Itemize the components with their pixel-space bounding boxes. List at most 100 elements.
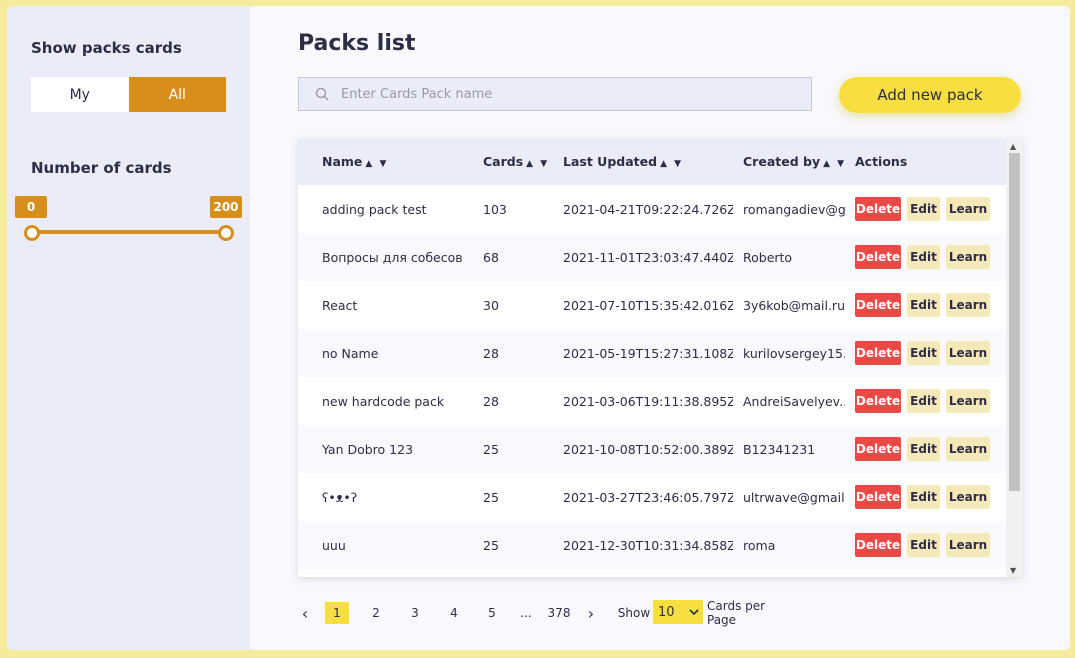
edit-button[interactable]: Edit [907,533,940,557]
cell-name: no Name [322,345,379,361]
edit-button[interactable]: Edit [907,437,940,461]
cell-updated: 2021-04-21T09:22:24.726Z [563,201,733,217]
cell-cards: 28 [483,345,499,361]
pagination: ‹ 1 2 3 4 5 ... 378 › Show 10 Cards per … [298,599,818,627]
all-packs-button[interactable]: All [128,77,226,112]
cell-updated: 2021-10-08T10:52:00.389Z [563,441,733,457]
cell-cards: 68 [483,249,499,265]
header-created-by[interactable]: Created by ▲ ▼ [743,154,846,169]
page-3[interactable]: 3 [403,602,427,624]
table-row: adding pack test 103 2021-04-21T09:22:24.7… [298,185,1006,233]
main-content: Packs list Add new pack Name▲ ▼ Cards▲ ▼… [250,6,1070,650]
number-of-cards-title: Number of cards [31,159,172,177]
edit-button[interactable]: Edit [907,293,940,317]
chevron-down-icon [689,609,699,615]
add-new-pack-button[interactable]: Add new pack [839,77,1021,113]
scroll-down-icon[interactable]: ▼ [1010,566,1016,575]
edit-button[interactable]: Edit [907,197,940,221]
page-title: Packs list [298,31,416,56]
header-name-label: Name [322,154,363,169]
search-box[interactable] [298,77,812,111]
edit-button[interactable]: Edit [907,485,940,509]
next-page-icon[interactable]: › [584,602,598,624]
learn-button[interactable]: Learn [946,293,990,317]
owner-toggle: My All [31,77,226,112]
cell-cards: 25 [483,441,499,457]
learn-button[interactable]: Learn [946,245,990,269]
range-min-thumb[interactable] [24,225,40,241]
learn-button[interactable]: Learn [946,485,990,509]
edit-button[interactable]: Edit [907,245,940,269]
my-packs-button[interactable]: My [31,77,129,112]
cards-range-slider[interactable]: 0 200 [15,196,243,246]
sort-icon[interactable]: ▲ ▼ [660,159,683,169]
table-scrollbar[interactable]: ▲ ▼ [1006,139,1022,577]
cell-created: Roberto [743,249,793,265]
table-row: ʕ•ᴥ•ʔ 25 2021-03-27T23:46:05.797Z ultrwave@… [298,473,1006,521]
learn-button[interactable]: Learn [946,437,990,461]
cell-name: adding pack test [322,201,427,217]
learn-button[interactable]: Learn [946,533,990,557]
delete-button[interactable]: Delete [855,389,901,413]
cell-name: Yan Dobro 123 [322,441,414,457]
range-max-thumb[interactable] [218,225,234,241]
table-header: Name ▲ ▼ Cards ▲ ▼ Last Updated ▲ ▼ Created… [298,139,1006,185]
learn-button[interactable]: Learn [946,341,990,365]
learn-button[interactable]: Learn [946,197,990,221]
table-row: Yan Dobro 123 25 2021-10-08T10:52:00.389Z B… [298,425,1006,473]
sort-icon[interactable]: ▲ ▼ [365,159,388,169]
packs-table: Name ▲ ▼ Cards ▲ ▼ Last Updated ▲ ▼ Created… [298,139,1022,577]
per-page-select[interactable]: 10 [653,600,703,624]
cell-cards: 103 [483,201,507,217]
page-last[interactable]: 378 [545,602,573,624]
table-row: new hardcode pack 28 2021-03-06T19:11:38.8… [298,377,1006,425]
page-4[interactable]: 4 [442,602,466,624]
search-icon [315,87,329,101]
delete-button[interactable]: Delete [855,533,901,557]
cell-cards: 25 [483,537,499,553]
range-track[interactable] [31,230,226,234]
scroll-up-icon[interactable]: ▲ [1010,142,1016,151]
delete-button[interactable]: Delete [855,485,901,509]
table-row: uuu 25 2021-12-30T10:31:34.858Z roma Delete E… [298,521,1006,569]
delete-button[interactable]: Delete [855,341,901,365]
cell-created: ultrwave@gmail.... [743,489,845,505]
sort-icon[interactable]: ▲ ▼ [526,159,549,169]
page-5[interactable]: 5 [480,602,504,624]
cell-updated: 2021-11-01T23:03:47.440Z [563,249,733,265]
table-row: Вопросы для собесов 68 2021-11-01T23:03:47… [298,233,1006,281]
cell-created: romangadiev@g... [743,201,845,217]
search-input[interactable] [339,85,783,103]
cell-updated: 2021-07-10T15:35:42.016Z [563,297,733,313]
header-last-updated[interactable]: Last Updated ▲ ▼ [563,154,683,169]
cell-name: uuu [322,537,346,553]
delete-button[interactable]: Delete [855,245,901,269]
delete-button[interactable]: Delete [855,197,901,221]
edit-button[interactable]: Edit [907,389,940,413]
header-actions: Actions [855,154,908,169]
header-cards[interactable]: Cards ▲ ▼ [483,154,549,169]
header-cards-label: Cards [483,154,524,169]
learn-button[interactable]: Learn [946,389,990,413]
edit-button[interactable]: Edit [907,341,940,365]
cell-updated: 2021-03-06T19:11:38.895Z [563,393,733,409]
cell-updated: 2021-12-30T10:31:34.858Z [563,537,733,553]
page-2[interactable]: 2 [364,602,388,624]
sidebar: Show packs cards My All Number of cards … [7,6,250,650]
cell-updated: 2021-05-19T15:27:31.108Z [563,345,733,361]
sort-icon[interactable]: ▲ ▼ [823,159,846,169]
cell-created: roma [743,537,776,553]
page-1[interactable]: 1 [325,602,349,624]
range-max-badge: 200 [210,196,242,218]
cell-cards: 30 [483,297,499,313]
delete-button[interactable]: Delete [855,437,901,461]
scroll-thumb[interactable] [1009,153,1020,491]
prev-page-icon[interactable]: ‹ [298,602,312,624]
header-created-label: Created by [743,154,821,169]
cell-updated: 2021-03-27T23:46:05.797Z [563,489,733,505]
delete-button[interactable]: Delete [855,293,901,317]
header-name[interactable]: Name ▲ ▼ [322,154,388,169]
range-min-badge: 0 [15,196,47,218]
app-frame: Show packs cards My All Number of cards … [7,6,1070,650]
cell-name: ʕ•ᴥ•ʔ [322,489,358,505]
